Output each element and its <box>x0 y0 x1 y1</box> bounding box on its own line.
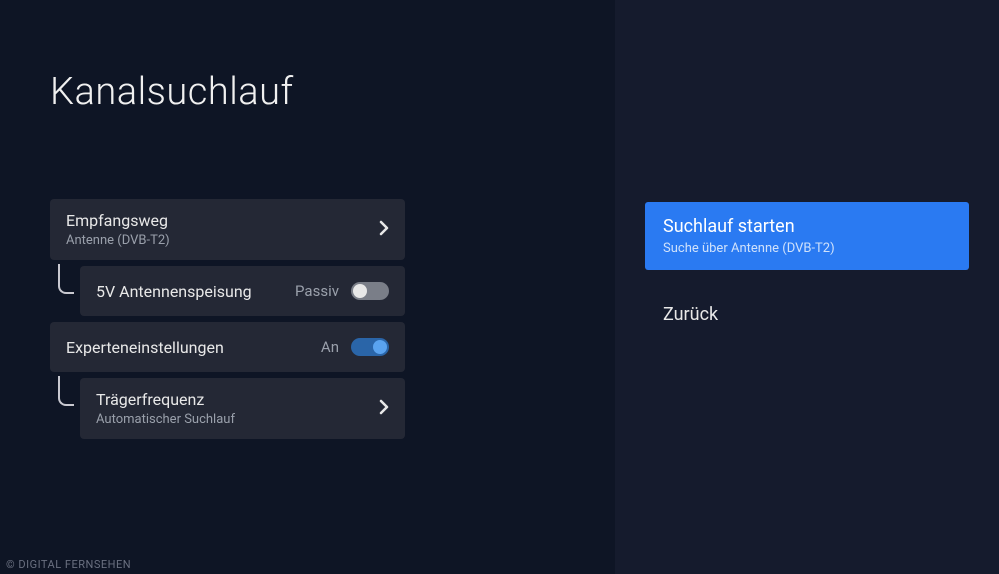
action-panel: Suchlauf starten Suche über Antenne (DVB… <box>615 0 999 574</box>
carrier-value: Automatischer Suchlauf <box>96 412 235 427</box>
watermark: © DIGITAL FERNSEHEN <box>6 558 131 571</box>
start-scan-subtitle: Suche über Antenne (DVB-T2) <box>663 241 951 256</box>
chevron-right-icon <box>379 220 389 240</box>
carrier-frequency-row[interactable]: Trägerfrequenz Automatischer Suchlauf <box>80 378 405 439</box>
page-title: Kanalsuchlauf <box>50 70 565 114</box>
expert-toggle[interactable] <box>351 338 389 356</box>
settings-panel: Kanalsuchlauf Empfangsweg Antenne (DVB-T… <box>0 0 615 574</box>
settings-list: Empfangsweg Antenne (DVB-T2) 5V Antennen… <box>50 199 405 439</box>
carrier-label: Trägerfrequenz <box>96 390 235 409</box>
reception-label: Empfangsweg <box>66 211 170 230</box>
back-label: Zurück <box>663 304 951 325</box>
expert-state: An <box>321 338 339 356</box>
start-scan-button[interactable]: Suchlauf starten Suche über Antenne (DVB… <box>645 202 969 270</box>
antenna-power-state: Passiv <box>295 282 339 300</box>
antenna-power-row[interactable]: 5V Antennenspeisung Passiv <box>80 266 405 316</box>
back-button[interactable]: Zurück <box>645 290 969 339</box>
expert-settings-row[interactable]: Experteneinstellungen An <box>50 322 405 372</box>
reception-value: Antenne (DVB-T2) <box>66 233 170 248</box>
antenna-power-label: 5V Antennenspeisung <box>96 282 252 301</box>
tree-connector <box>58 264 74 294</box>
start-scan-title: Suchlauf starten <box>663 216 951 237</box>
expert-label: Experteneinstellungen <box>66 338 224 357</box>
chevron-right-icon <box>379 399 389 419</box>
reception-path-row[interactable]: Empfangsweg Antenne (DVB-T2) <box>50 199 405 260</box>
tree-connector <box>58 376 74 406</box>
antenna-power-toggle[interactable] <box>351 282 389 300</box>
